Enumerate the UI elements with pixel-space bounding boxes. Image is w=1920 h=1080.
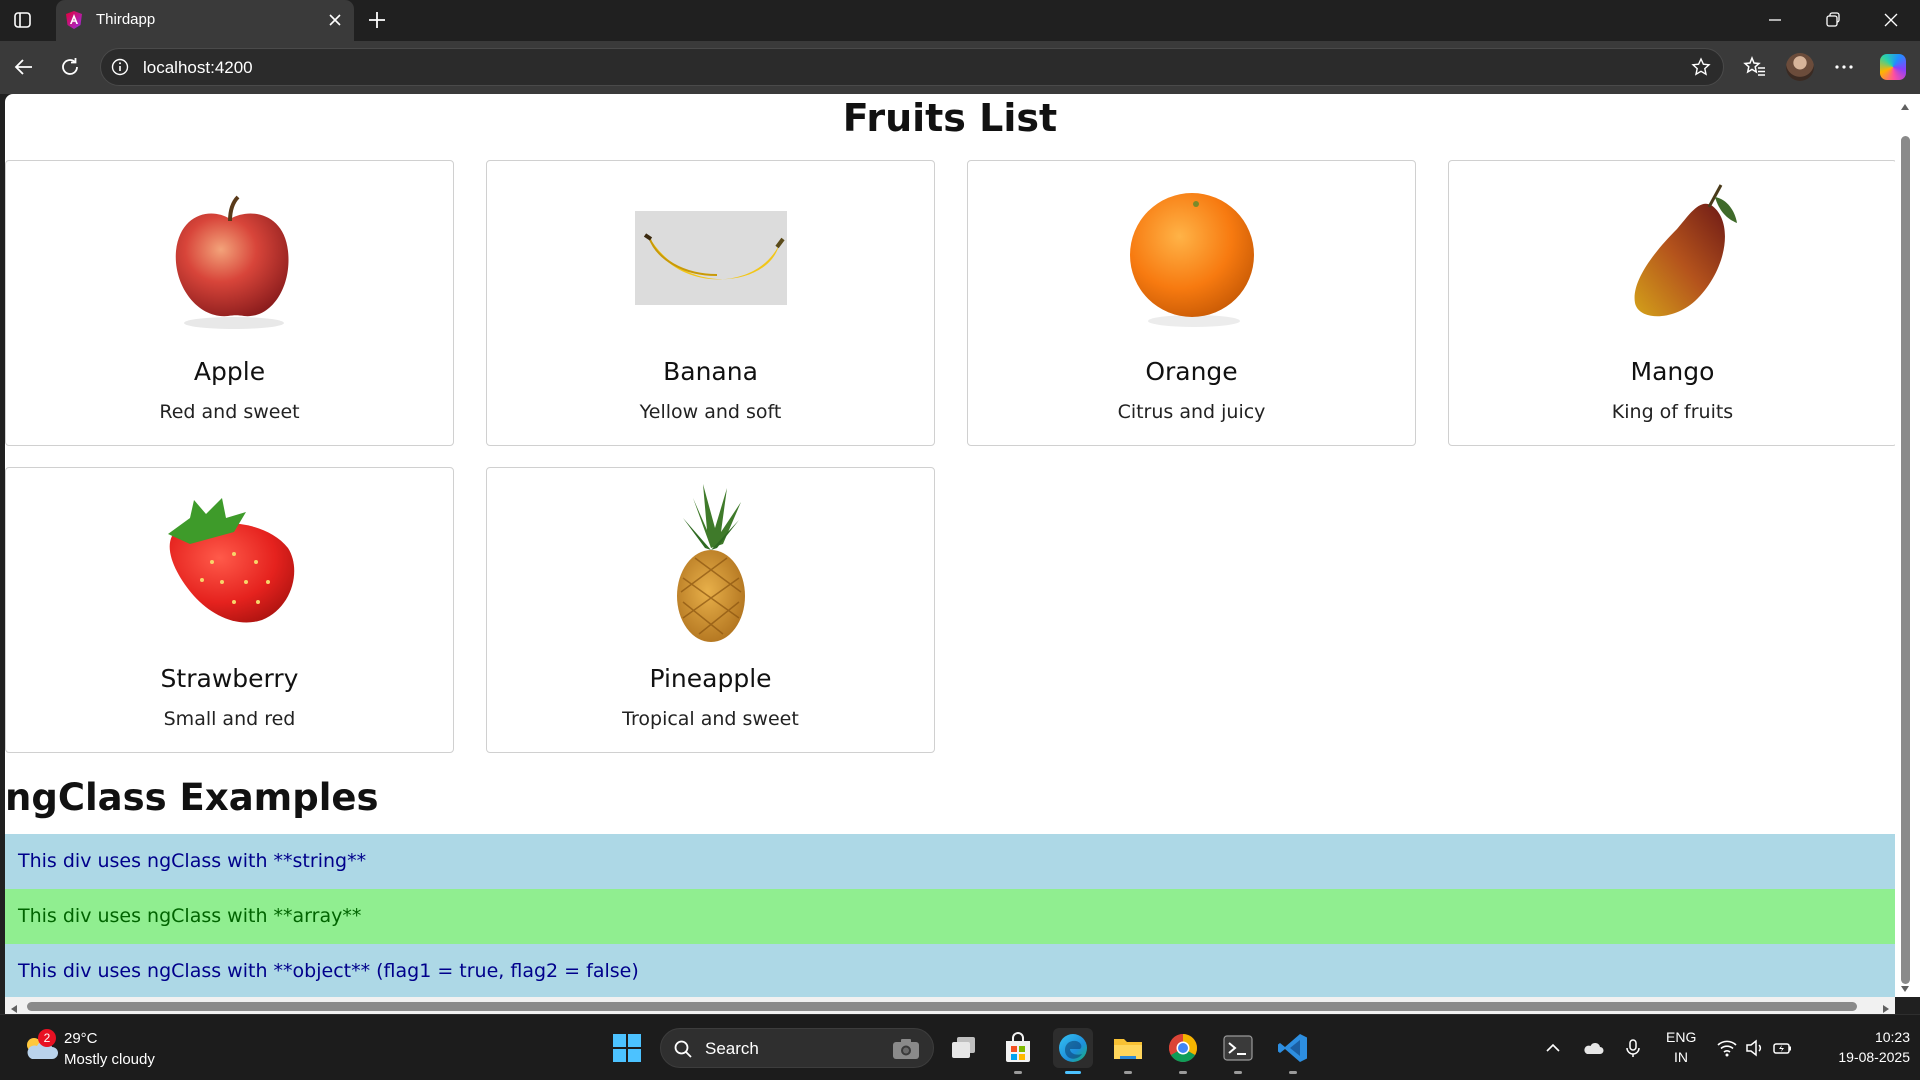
ngclass-string-row: This div uses ngClass with **string** <box>5 834 1895 889</box>
close-window-icon[interactable] <box>1881 10 1901 30</box>
active-indicator <box>1065 1071 1081 1074</box>
taskbar: 2 29°C Mostly cloudy Search ENG IN 10:23… <box>0 1014 1920 1080</box>
chevron-up-icon[interactable] <box>1542 1037 1564 1059</box>
more-options-icon[interactable] <box>1832 55 1856 79</box>
running-indicator <box>1234 1071 1242 1074</box>
language-code[interactable]: ENG <box>1666 1029 1696 1045</box>
taskbar-search-box[interactable]: Search <box>660 1028 934 1068</box>
task-view-icon[interactable] <box>944 1028 984 1068</box>
volume-icon[interactable] <box>1744 1037 1766 1059</box>
back-arrow-icon[interactable] <box>12 55 36 79</box>
weather-notification-badge: 2 <box>38 1029 56 1047</box>
fruit-name: Banana <box>663 357 758 386</box>
fruit-card: Orange Citrus and juicy <box>967 160 1416 446</box>
restore-icon[interactable] <box>1823 10 1843 30</box>
running-indicator <box>1014 1071 1022 1074</box>
microphone-icon[interactable] <box>1622 1037 1644 1059</box>
pineapple-image <box>623 478 799 648</box>
tab-bar: Thirdapp <box>0 0 1920 41</box>
ngclass-object-row: This div uses ngClass with **object** (f… <box>5 944 1895 997</box>
fruit-card: Apple Red and sweet <box>5 160 454 446</box>
mango-image <box>1585 171 1761 341</box>
horizontal-scroll-thumb[interactable] <box>27 1002 1857 1011</box>
scroll-down-arrow-icon[interactable] <box>1899 980 1911 992</box>
search-icon <box>673 1039 693 1059</box>
battery-icon[interactable] <box>1772 1037 1794 1059</box>
minimize-icon[interactable] <box>1765 10 1785 30</box>
scroll-up-arrow-icon[interactable] <box>1899 98 1911 110</box>
fruit-card: Strawberry Small and red <box>5 467 454 753</box>
tab-actions-icon[interactable] <box>12 10 34 30</box>
new-tab-icon[interactable] <box>366 9 388 31</box>
terminal-icon[interactable] <box>1218 1028 1258 1074</box>
clock-time[interactable]: 10:23 <box>1810 1029 1910 1045</box>
edge-browser-icon[interactable] <box>1053 1028 1093 1074</box>
chrome-icon[interactable] <box>1163 1028 1203 1074</box>
refresh-icon[interactable] <box>58 55 82 79</box>
page-viewport: Fruits List Apple Red and sweet Banana Y… <box>5 94 1895 997</box>
apple-image <box>142 171 318 341</box>
wifi-icon[interactable] <box>1716 1037 1738 1059</box>
fruit-card: Banana Yellow and soft <box>486 160 935 446</box>
running-indicator <box>1124 1071 1132 1074</box>
search-label: Search <box>705 1039 759 1058</box>
onedrive-cloud-icon[interactable] <box>1582 1037 1604 1059</box>
weather-description[interactable]: Mostly cloudy <box>64 1051 155 1068</box>
language-region[interactable]: IN <box>1666 1049 1696 1065</box>
fruit-description: Red and sweet <box>159 401 300 423</box>
fruit-description: Yellow and soft <box>639 401 782 423</box>
fruit-name: Pineapple <box>649 664 772 693</box>
clock-date[interactable]: 19-08-2025 <box>1810 1049 1910 1065</box>
ngclass-array-row: This div uses ngClass with **array** <box>5 889 1895 944</box>
address-toolbar: localhost:4200 <box>0 41 1920 94</box>
vertical-scroll-thumb[interactable] <box>1901 136 1910 984</box>
browser-tab-active[interactable]: Thirdapp <box>56 0 354 41</box>
running-indicator <box>1289 1071 1297 1074</box>
camera-icon <box>891 1037 921 1061</box>
profile-avatar[interactable] <box>1786 53 1814 81</box>
favorites-icon[interactable] <box>1743 55 1767 79</box>
fruit-name: Strawberry <box>160 664 299 693</box>
running-indicator <box>1179 1071 1187 1074</box>
address-bar[interactable]: localhost:4200 <box>100 48 1724 86</box>
file-explorer-icon[interactable] <box>1108 1028 1148 1074</box>
strawberry-image <box>142 478 318 648</box>
scroll-left-arrow-icon[interactable] <box>8 1000 20 1013</box>
url-text[interactable]: localhost:4200 <box>143 58 253 78</box>
microsoft-store-icon[interactable] <box>998 1028 1038 1074</box>
copilot-icon[interactable] <box>1880 54 1906 80</box>
banana-image <box>623 171 799 341</box>
scroll-right-arrow-icon[interactable] <box>1880 1000 1892 1013</box>
ngclass-section-title: ngClass Examples <box>5 776 379 819</box>
tab-title: Thirdapp <box>96 11 156 28</box>
fruit-description: Small and red <box>163 708 296 730</box>
page-title: Fruits List <box>842 96 1058 140</box>
angular-favicon-icon <box>64 10 84 30</box>
weather-temperature[interactable]: 29°C <box>64 1030 98 1047</box>
fruit-name: Orange <box>1145 357 1238 386</box>
fruit-name: Mango <box>1630 357 1715 386</box>
orange-image <box>1104 171 1280 341</box>
site-info-icon[interactable] <box>111 58 129 76</box>
tab-close-icon[interactable] <box>326 11 344 29</box>
start-windows-icon[interactable] <box>607 1028 647 1068</box>
fruit-description: Citrus and juicy <box>1117 401 1266 423</box>
fruit-description: Tropical and sweet <box>622 708 799 730</box>
favorite-star-icon[interactable] <box>1691 57 1711 77</box>
fruit-card: Mango King of fruits <box>1448 160 1895 446</box>
fruit-card: Pineapple Tropical and sweet <box>486 467 935 753</box>
fruit-description: King of fruits <box>1611 401 1734 423</box>
fruit-name: Apple <box>193 357 266 386</box>
vscode-icon[interactable] <box>1273 1028 1313 1074</box>
